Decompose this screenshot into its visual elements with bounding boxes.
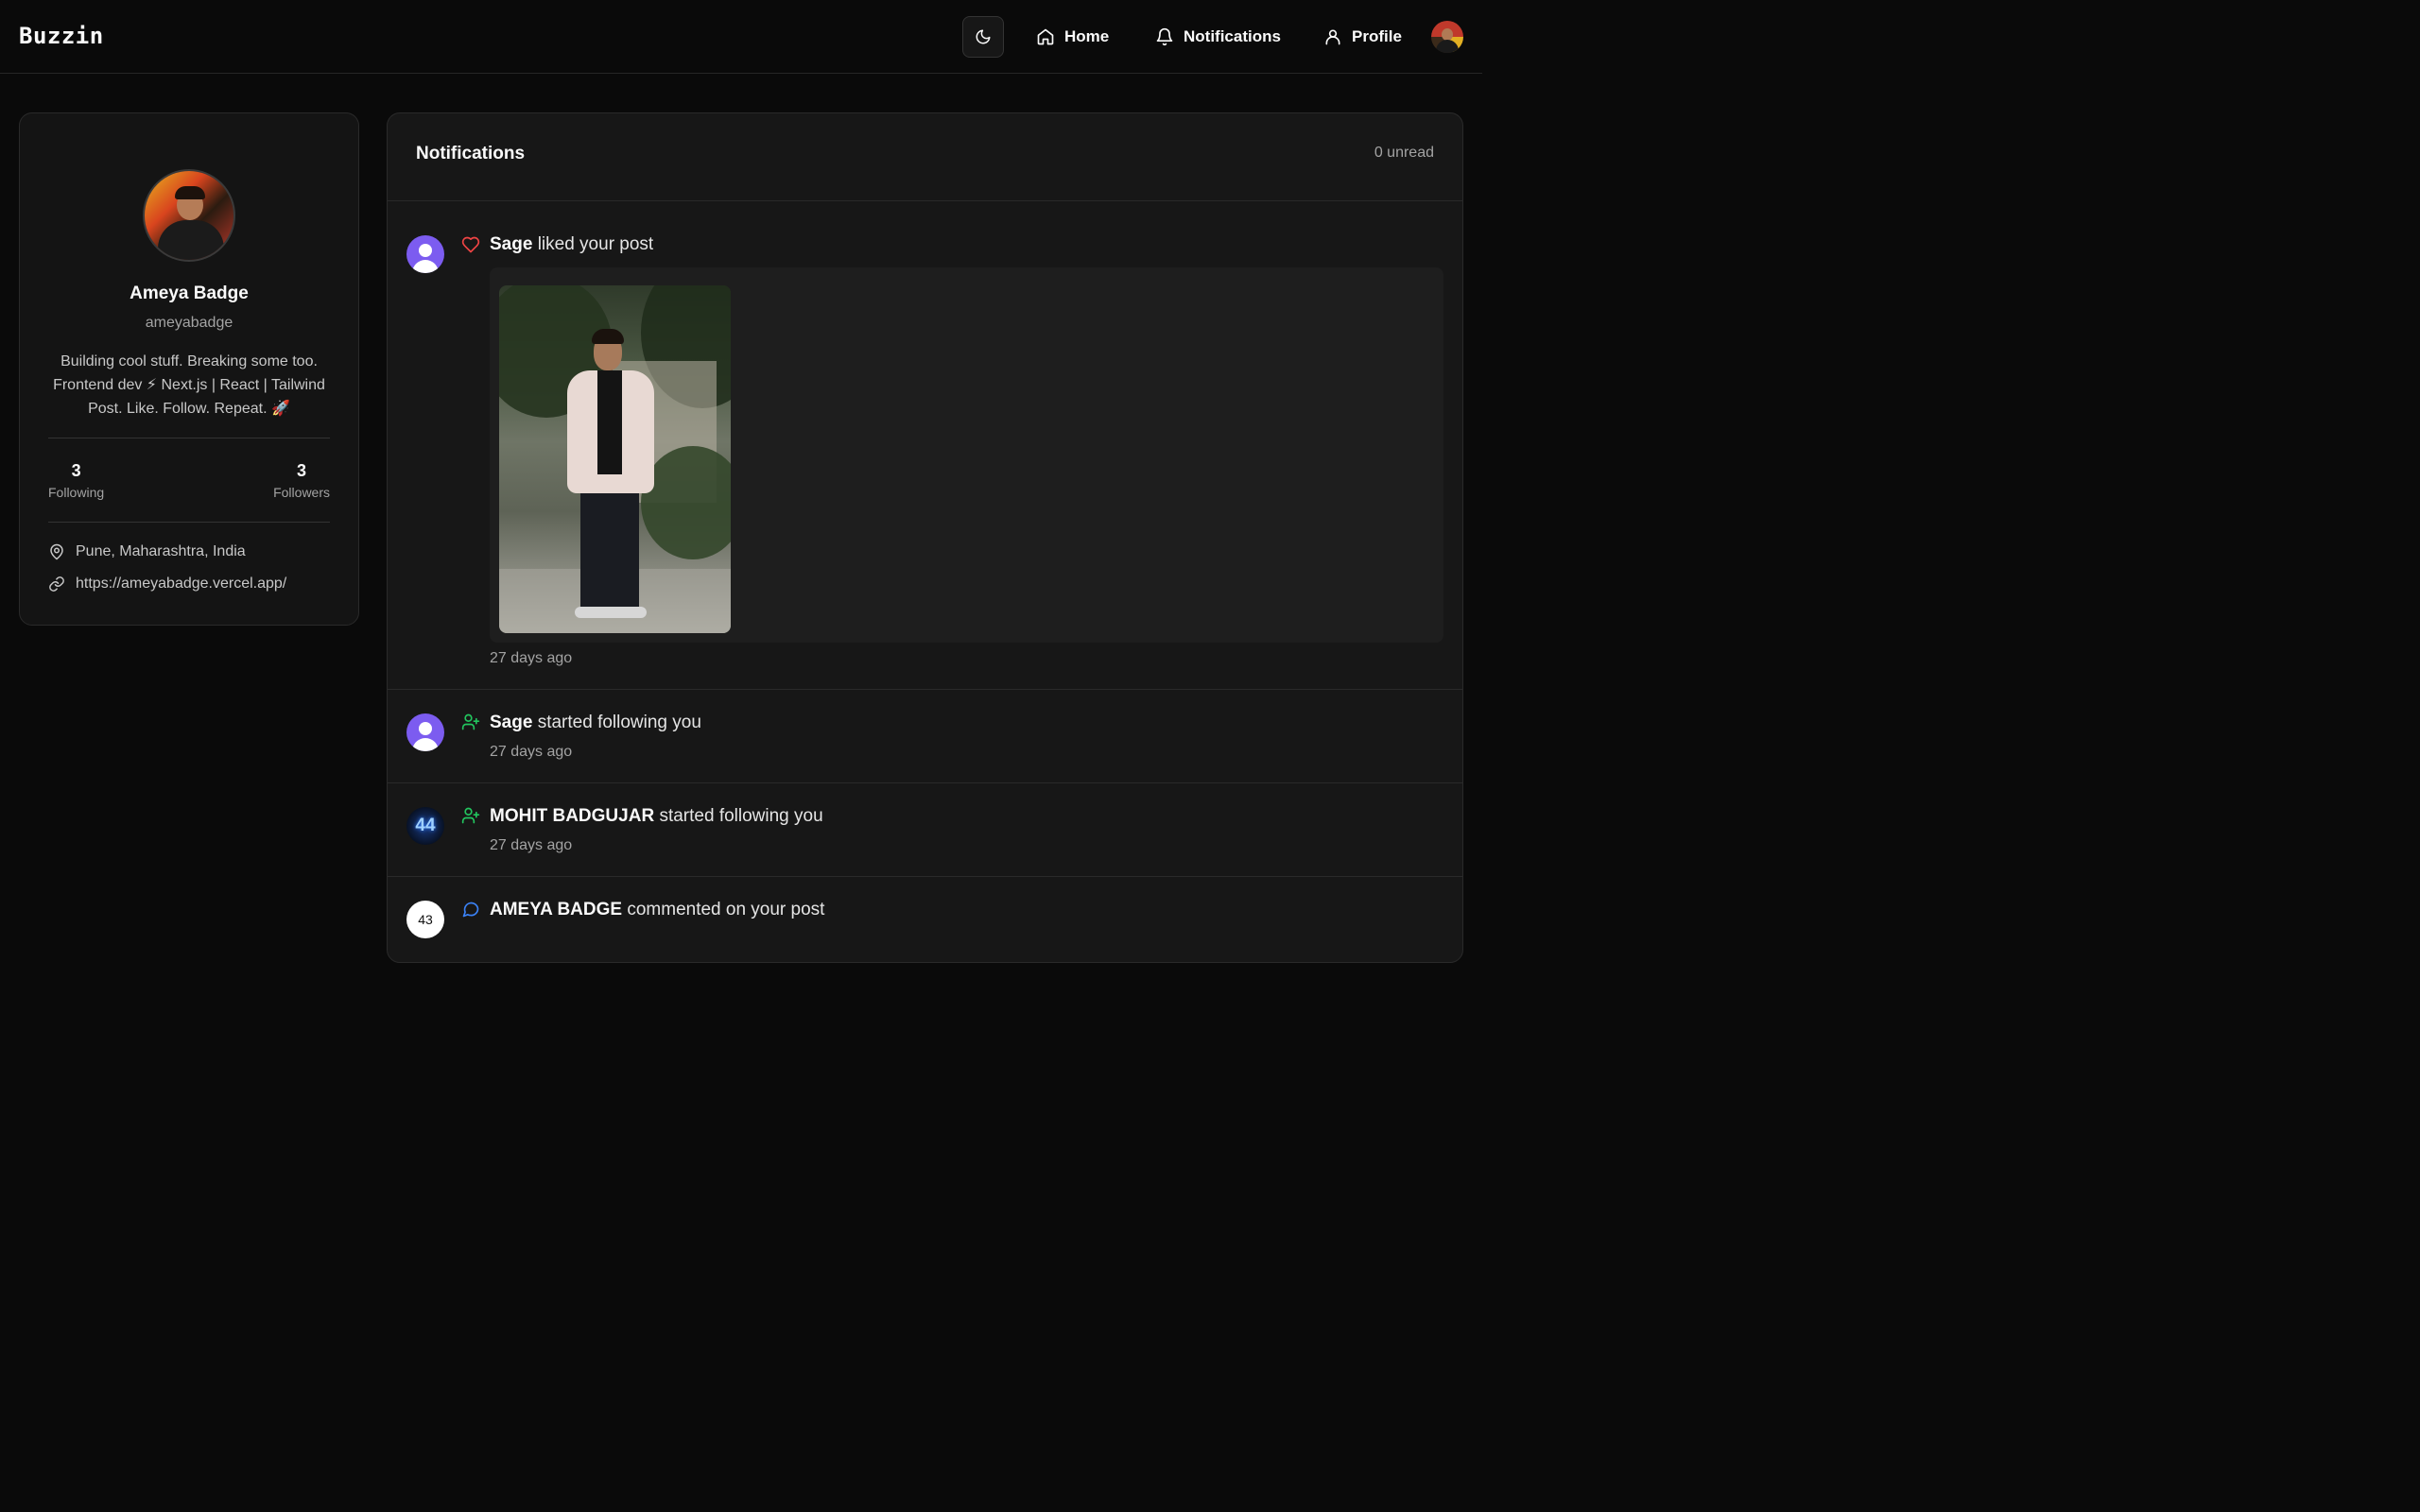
notification-action: started following you: [537, 713, 701, 732]
notification-text: Sage liked your post: [490, 234, 653, 255]
notification-action: started following you: [659, 806, 823, 826]
moon-icon: [976, 29, 991, 44]
image-shoes: [575, 607, 647, 618]
avatar-body: [412, 260, 439, 273]
link-icon: [49, 576, 64, 592]
notifications-header: Notifications 0 unread: [388, 113, 1462, 201]
nav-home[interactable]: Home: [1036, 23, 1109, 51]
notifications-title: Notifications: [416, 144, 526, 163]
followers-count: 3: [297, 461, 307, 480]
website-row[interactable]: https://ameyabadge.vercel.app/: [48, 576, 286, 593]
divider: [48, 522, 330, 523]
user-plus-icon: [461, 807, 480, 824]
profile-avatar[interactable]: [143, 169, 235, 262]
notification-actor[interactable]: Sage: [490, 713, 532, 732]
avatar-body: [158, 220, 224, 260]
location-row: Pune, Maharashtra, India: [48, 543, 246, 560]
notification-item[interactable]: 44 MOHIT BADGUJAR started following you …: [388, 783, 1462, 877]
notification-text: MOHIT BADGUJAR started following you: [490, 806, 823, 827]
avatar-hair: [175, 186, 205, 199]
post-image[interactable]: [499, 285, 731, 633]
home-icon: [1037, 28, 1054, 45]
following-label: Following: [48, 485, 105, 500]
theme-toggle-button[interactable]: [962, 16, 1004, 58]
notification-text: AMEYA BADGE commented on your post: [490, 900, 824, 920]
unread-count: 0 unread: [1374, 145, 1434, 161]
notification-action: commented on your post: [627, 900, 825, 919]
top-navbar: Buzzin Home Notifications Profile: [0, 0, 1482, 74]
image-bush: [641, 446, 731, 559]
notification-text: Sage started following you: [490, 713, 701, 733]
avatar-head: [419, 244, 432, 257]
notification-actor[interactable]: AMEYA BADGE: [490, 900, 622, 919]
following-count: 3: [71, 461, 81, 480]
notification-actor[interactable]: Sage: [490, 234, 532, 254]
nav-notifications[interactable]: Notifications: [1155, 23, 1281, 51]
image-legs: [580, 489, 639, 611]
nav-home-label: Home: [1064, 27, 1110, 45]
notification-avatar[interactable]: [406, 713, 444, 751]
image-shirt: [597, 370, 622, 474]
nav-profile-label: Profile: [1352, 27, 1402, 45]
nav-profile[interactable]: Profile: [1323, 23, 1402, 51]
image-hair: [592, 329, 624, 344]
notification-avatar[interactable]: [406, 235, 444, 273]
website-link[interactable]: https://ameyabadge.vercel.app/: [76, 576, 286, 593]
profile-card: Ameya Badge ameyabadge Building cool stu…: [19, 112, 359, 626]
post-preview[interactable]: [490, 267, 1443, 643]
notification-time: 27 days ago: [490, 650, 573, 666]
notification-item[interactable]: Sage liked your post 27 days ago: [388, 200, 1462, 690]
notification-time: 27 days ago: [490, 744, 573, 760]
location-text: Pune, Maharashtra, India: [76, 543, 246, 559]
heart-icon: [461, 236, 480, 253]
profile-name[interactable]: Ameya Badge: [20, 284, 358, 304]
user-plus-icon: [461, 713, 480, 730]
notification-item[interactable]: Sage started following you 27 days ago: [388, 690, 1462, 783]
notification-avatar[interactable]: 43: [406, 901, 444, 938]
nav-notifications-label: Notifications: [1184, 27, 1281, 45]
profile-bio: Building cool stuff. Breaking some too. …: [53, 353, 325, 417]
notifications-panel: Notifications 0 unread Sage liked your p…: [387, 112, 1463, 963]
message-circle-icon: [462, 902, 479, 918]
avatar-body: [1436, 40, 1459, 53]
following-stat[interactable]: 3 Following: [48, 461, 104, 500]
user-avatar[interactable]: [1431, 21, 1463, 53]
brand-logo[interactable]: Buzzin: [19, 23, 104, 49]
notification-actor[interactable]: MOHIT BADGUJAR: [490, 806, 654, 826]
followers-stat[interactable]: 3 Followers: [273, 461, 330, 500]
notification-action: liked your post: [537, 234, 654, 254]
user-icon: [1325, 29, 1340, 45]
map-pin-icon: [50, 543, 63, 560]
notification-avatar[interactable]: 44: [406, 807, 444, 845]
followers-label: Followers: [273, 485, 330, 500]
profile-handle: ameyabadge: [145, 315, 233, 331]
notification-time: 27 days ago: [490, 837, 573, 853]
avatar-body: [412, 738, 439, 751]
notification-item[interactable]: 43 AMEYA BADGE commented on your post: [388, 877, 1462, 962]
bell-icon: [1156, 27, 1173, 46]
avatar-head: [419, 722, 432, 735]
